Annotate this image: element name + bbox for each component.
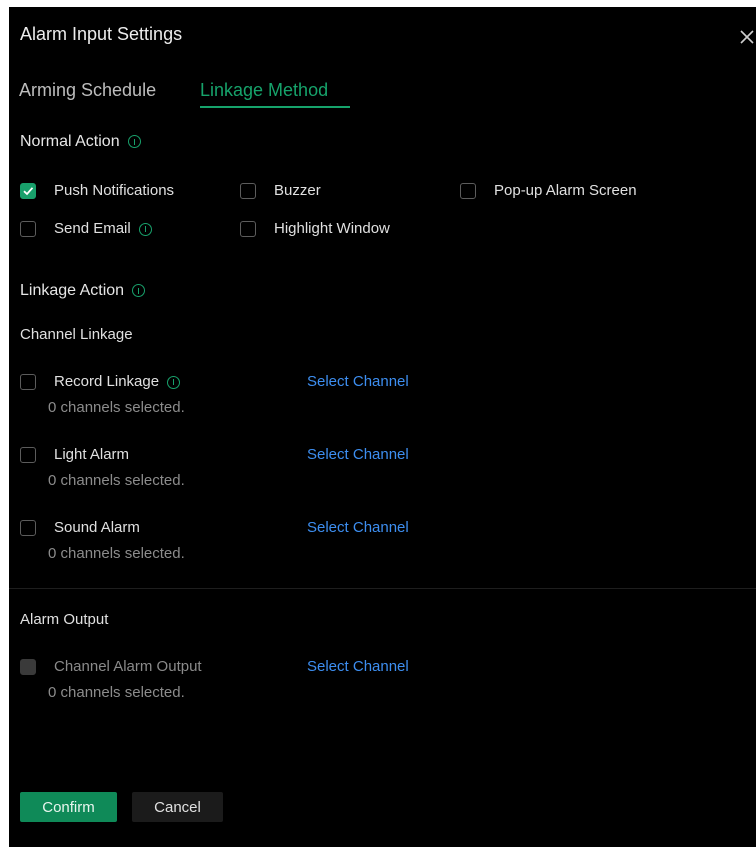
light-alarm-label: Light Alarm: [54, 446, 130, 463]
buzzer-checkbox[interactable]: [240, 183, 256, 199]
record-linkage-label: Record Linkage: [54, 373, 181, 390]
push-notifications-label: Push Notifications: [54, 182, 175, 199]
checkmark-icon: [23, 187, 34, 196]
sound-alarm-select-channel-link[interactable]: Select Channel: [307, 519, 409, 536]
info-icon[interactable]: [138, 222, 152, 236]
info-icon[interactable]: [132, 284, 146, 298]
tab-arming-schedule[interactable]: Arming Schedule: [19, 80, 156, 101]
info-icon[interactable]: [127, 135, 141, 149]
light-alarm-checkbox[interactable]: [20, 447, 36, 463]
send-email-text: Send Email: [54, 220, 131, 237]
sound-alarm-label: Sound Alarm: [54, 519, 140, 536]
alarm-input-settings-dialog: Alarm Input Settings Arming Schedule Lin…: [9, 7, 756, 847]
channel-alarm-output-label: Channel Alarm Output: [54, 658, 202, 675]
linkage-action-title: Linkage Action: [20, 282, 125, 299]
active-tab-indicator: [200, 106, 350, 108]
channel-linkage-title: Channel Linkage: [20, 326, 133, 343]
light-alarm-select-channel-link[interactable]: Select Channel: [307, 446, 409, 463]
popup-alarm-screen-label: Pop-up Alarm Screen: [494, 182, 637, 199]
confirm-button[interactable]: Confirm: [20, 792, 117, 822]
alarm-output-title: Alarm Output: [20, 611, 109, 628]
sound-alarm-status: 0 channels selected.: [48, 545, 185, 562]
record-linkage-text: Record Linkage: [54, 373, 160, 390]
section-divider: [9, 588, 756, 589]
send-email-label: Send Email: [54, 220, 152, 237]
push-notifications-checkbox[interactable]: [20, 183, 36, 199]
popup-alarm-screen-checkbox[interactable]: [460, 183, 476, 199]
normal-action-title: Normal Action: [20, 133, 120, 150]
dialog-title: Alarm Input Settings: [20, 24, 183, 44]
buzzer-label: Buzzer: [274, 182, 321, 199]
info-icon[interactable]: [167, 375, 181, 389]
record-linkage-checkbox[interactable]: [20, 374, 36, 390]
channel-alarm-output-select-channel-link[interactable]: Select Channel: [307, 658, 409, 675]
highlight-window-label: Highlight Window: [274, 220, 390, 237]
channel-alarm-output-status: 0 channels selected.: [48, 684, 185, 701]
record-linkage-status: 0 channels selected.: [48, 399, 185, 416]
cancel-button[interactable]: Cancel: [132, 792, 223, 822]
normal-action-heading: Normal Action: [20, 133, 141, 151]
linkage-action-heading: Linkage Action: [20, 282, 146, 300]
light-alarm-status: 0 channels selected.: [48, 472, 185, 489]
close-icon[interactable]: [739, 29, 755, 45]
channel-alarm-output-checkbox[interactable]: [20, 659, 36, 675]
tab-linkage-method[interactable]: Linkage Method: [200, 80, 328, 101]
record-linkage-select-channel-link[interactable]: Select Channel: [307, 373, 409, 390]
highlight-window-checkbox[interactable]: [240, 221, 256, 237]
sound-alarm-checkbox[interactable]: [20, 520, 36, 536]
send-email-checkbox[interactable]: [20, 221, 36, 237]
